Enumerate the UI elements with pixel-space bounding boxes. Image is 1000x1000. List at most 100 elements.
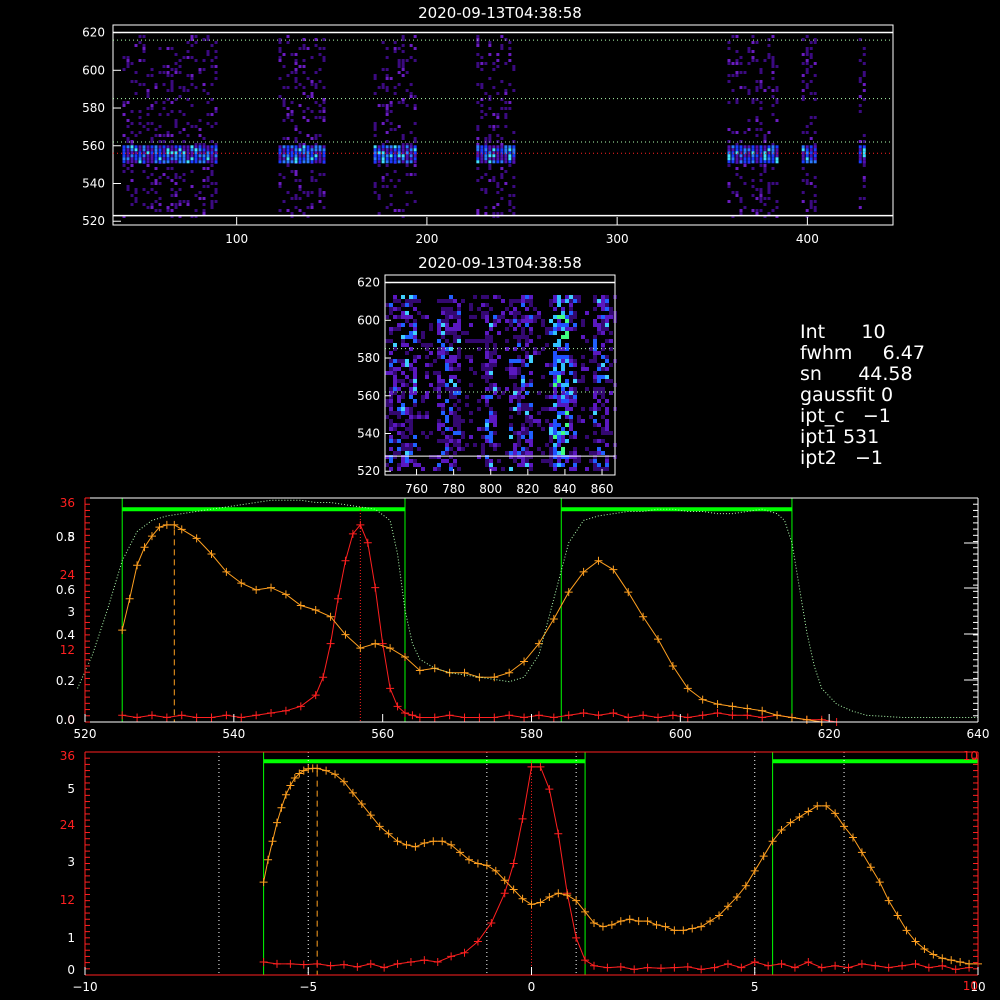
- data-point-orange: [264, 855, 273, 864]
- x-tick-label: 560: [371, 727, 394, 741]
- data-point-red: [871, 961, 880, 970]
- data-point-red: [505, 711, 514, 720]
- data-point-orange: [698, 695, 707, 704]
- data-point-red: [341, 556, 350, 565]
- y-tick-label: 0: [67, 963, 75, 977]
- data-point-orange: [296, 601, 305, 610]
- data-point-orange: [893, 911, 902, 920]
- data-point-red: [564, 711, 573, 720]
- data-point-red: [475, 713, 484, 722]
- data-point-orange: [313, 764, 322, 773]
- data-point-orange: [322, 766, 331, 775]
- data-point-orange: [639, 612, 648, 621]
- x-tick-label: 820: [516, 482, 539, 496]
- x-tick-label: 200: [415, 232, 438, 246]
- data-point-red: [520, 713, 529, 722]
- data-point-red: [326, 961, 335, 970]
- x-tick-label: 860: [591, 482, 614, 496]
- data-point-red: [572, 933, 581, 942]
- y-tick-label: 520: [357, 464, 380, 478]
- data-point-orange: [177, 525, 186, 534]
- info-row-fwhm: fwhm 6.47: [800, 343, 925, 364]
- y-tick-label: 0.2: [56, 674, 75, 688]
- data-point-orange: [607, 920, 616, 929]
- x-tick-label: −5: [299, 980, 317, 994]
- data-point-red: [500, 889, 509, 898]
- data-point-red: [518, 814, 527, 823]
- data-point-orange: [549, 614, 558, 623]
- data-point-red: [750, 957, 759, 966]
- data-point-orange: [643, 917, 652, 926]
- y-tick-label: 540: [82, 176, 105, 190]
- data-point-red: [594, 711, 603, 720]
- y-tick-label: 540: [357, 426, 380, 440]
- y-tick-label: 3: [67, 605, 75, 619]
- data-point-red: [286, 959, 295, 968]
- data-point-orange: [616, 917, 625, 926]
- data-point-red: [380, 963, 389, 972]
- data-point-orange: [654, 635, 663, 644]
- y-tick-label: 0.4: [56, 628, 75, 642]
- info-row-ipt1: ipt1 531: [800, 427, 925, 448]
- data-point-orange: [281, 590, 290, 599]
- data-point-orange: [706, 917, 715, 926]
- data-point-orange: [938, 954, 947, 963]
- data-point-red: [545, 785, 554, 794]
- data-point-red: [406, 957, 415, 966]
- info-row-ipt2: ipt2 −1: [800, 448, 925, 469]
- y-tick-label: 24: [60, 568, 75, 582]
- data-point-red: [118, 711, 127, 720]
- data-point-red: [697, 965, 706, 974]
- data-point-orange: [652, 920, 661, 929]
- y-tick-label: 36: [60, 496, 75, 510]
- data-point-red: [683, 962, 692, 971]
- data-point-red: [147, 711, 156, 720]
- x-tick-label: 520: [74, 727, 97, 741]
- y-tick-label: 620: [357, 276, 380, 290]
- spectrum-figure: 2020-09-13T04:38:58520540560580600620100…: [56, 4, 990, 994]
- data-point-orange: [594, 556, 603, 565]
- data-point-orange: [505, 668, 514, 677]
- data-point-orange: [420, 839, 429, 848]
- data-point-red: [713, 709, 722, 718]
- data-point-orange: [140, 543, 149, 552]
- data-point-orange: [688, 924, 697, 933]
- y-tick-label: 5: [67, 782, 75, 796]
- info-value: 531: [842, 426, 880, 448]
- info-row-sn: sn 44.58: [800, 364, 925, 385]
- data-point-red: [616, 962, 625, 971]
- data-point-red: [162, 713, 171, 722]
- data-point-red: [654, 713, 663, 722]
- data-point-orange: [438, 837, 447, 846]
- data-point-red: [299, 960, 308, 969]
- series-line-red: [122, 523, 837, 723]
- data-point-red: [267, 709, 276, 718]
- data-point-red: [252, 711, 261, 720]
- data-point-orange: [237, 579, 246, 588]
- y-tick-label: 620: [82, 26, 105, 40]
- y-tick-label: 12: [60, 893, 75, 907]
- data-point-orange: [482, 861, 491, 870]
- info-row-Int: Int 10: [800, 322, 925, 343]
- data-point-orange: [162, 520, 171, 529]
- top-heatmap-frame: [112, 24, 894, 226]
- data-point-red: [326, 639, 335, 648]
- data-point-orange: [750, 866, 759, 875]
- data-point-orange: [634, 917, 643, 926]
- y-tick-label: 600: [357, 313, 380, 327]
- x-tick-label: 780: [442, 482, 465, 496]
- data-point-orange: [268, 837, 277, 846]
- data-point-orange: [536, 898, 545, 907]
- x-tick-label: −10: [72, 980, 97, 994]
- data-point-red: [420, 956, 429, 965]
- data-point-orange: [802, 715, 811, 724]
- data-point-orange: [259, 878, 268, 887]
- series-line-orange: [121, 524, 822, 723]
- data-point-orange: [386, 644, 395, 653]
- data-point-red: [624, 713, 633, 722]
- info-value: −1: [855, 447, 884, 469]
- data-point-orange: [473, 859, 482, 868]
- data-point-orange: [411, 842, 420, 851]
- data-point-red: [804, 957, 813, 966]
- data-point-red: [884, 963, 893, 972]
